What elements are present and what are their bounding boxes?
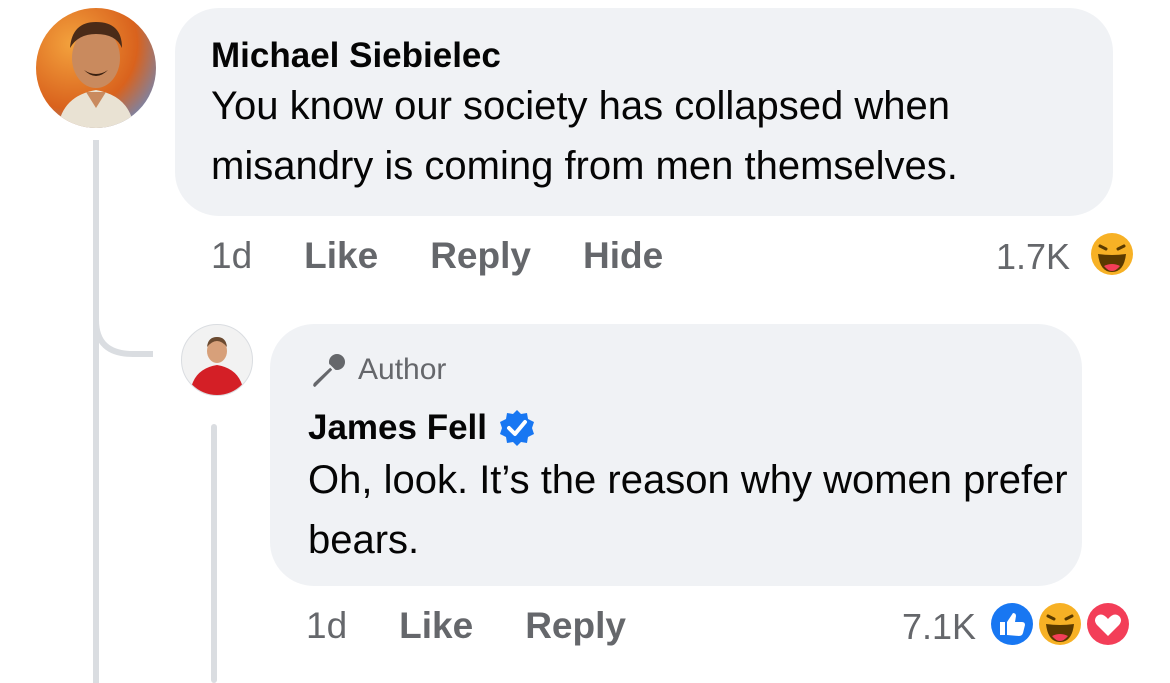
reply-button[interactable]: Reply <box>430 235 531 277</box>
like-icon[interactable] <box>986 598 1038 655</box>
thread-line-main <box>93 140 99 683</box>
comment-author-name[interactable]: Michael Siebielec <box>211 36 1077 76</box>
comment-timestamp[interactable]: 1d <box>211 235 252 277</box>
reply-like-button[interactable]: Like <box>399 605 473 647</box>
microphone-icon <box>313 354 345 387</box>
love-icon[interactable] <box>1082 598 1134 655</box>
comment-text: You know our society has collapsed when … <box>211 84 958 188</box>
reply-reaction-count[interactable]: 7.1K <box>902 606 976 648</box>
haha-icon[interactable] <box>1034 598 1086 655</box>
author-badge: Author <box>308 350 1046 390</box>
reply-actions-row: 1d Like Reply <box>306 604 626 648</box>
comment-actions-row: 1d Like Reply Hide <box>211 234 663 278</box>
comment-bubble: Michael Siebielec You know our society h… <box>175 8 1113 216</box>
verified-badge-icon <box>500 410 534 446</box>
author-badge-label: Author <box>358 353 447 386</box>
avatar-michael[interactable] <box>36 8 156 128</box>
reply-author-name[interactable]: James Fell <box>308 408 487 448</box>
reply-author-row: James Fell <box>308 408 1046 448</box>
reply-timestamp[interactable]: 1d <box>306 605 347 647</box>
thread-line-reply <box>211 424 217 683</box>
comment-reaction-count[interactable]: 1.7K <box>996 236 1070 278</box>
reply-reply-button[interactable]: Reply <box>525 605 626 647</box>
haha-icon[interactable] <box>1086 228 1138 285</box>
thread-branch-curve <box>93 300 153 357</box>
avatar-james[interactable] <box>181 324 253 396</box>
reply-bubble: Author James Fell Oh, look. It’s the rea… <box>270 324 1082 586</box>
hide-button[interactable]: Hide <box>583 235 663 277</box>
reply-text: Oh, look. It’s the reason why women pref… <box>308 458 1068 562</box>
like-button[interactable]: Like <box>304 235 378 277</box>
